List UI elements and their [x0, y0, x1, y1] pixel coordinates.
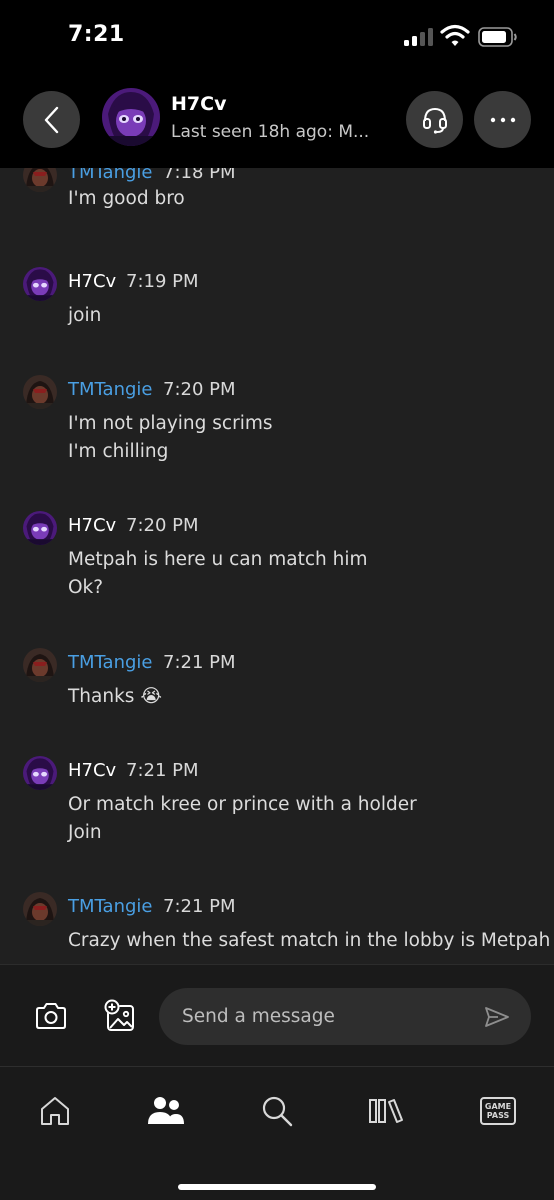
friend-avatar[interactable] — [23, 648, 57, 682]
add-image-icon[interactable] — [103, 999, 137, 1033]
message-text: join — [68, 305, 102, 326]
message-time: 7:21 PM — [163, 896, 236, 917]
library-icon — [369, 1099, 403, 1123]
party-chat-button[interactable] — [406, 91, 463, 148]
hooded-character-avatar-icon — [23, 168, 57, 192]
contact-avatar-small[interactable] — [23, 267, 57, 301]
message-time: 7:21 PM — [163, 652, 236, 673]
headset-icon — [422, 107, 447, 134]
nav-social[interactable] — [144, 1092, 188, 1130]
message-sender[interactable]: TMTangie — [68, 652, 152, 673]
purple-character-avatar-icon — [102, 88, 160, 146]
message-text: I'm good bro — [68, 188, 185, 209]
bottom-navigation: GAME PASS — [0, 1066, 554, 1200]
contact-name[interactable]: H7Cv — [171, 93, 226, 115]
purple-character-avatar-icon — [23, 756, 57, 790]
hooded-character-avatar-icon — [23, 375, 57, 409]
message-text: Or match kree or prince with a holder — [68, 794, 417, 815]
contact-avatar-small[interactable] — [23, 756, 57, 790]
purple-character-avatar-icon — [23, 267, 57, 301]
contact-status: Last seen 18h ago: M... — [171, 122, 370, 142]
send-icon[interactable] — [484, 1006, 510, 1028]
message-time: 7:20 PM — [163, 379, 236, 400]
home-icon — [41, 1097, 69, 1125]
message-input[interactable] — [159, 988, 531, 1045]
nav-library[interactable] — [365, 1092, 409, 1130]
friend-avatar[interactable] — [23, 375, 57, 409]
message-time: 7:19 PM — [126, 271, 199, 292]
game-pass-icon[interactable]: GAME PASS — [480, 1097, 516, 1125]
hooded-character-avatar-icon — [23, 648, 57, 682]
more-horizontal-icon — [490, 117, 515, 122]
message-sender[interactable]: H7Cv — [68, 760, 116, 781]
status-time: 7:21 — [68, 22, 125, 47]
message-time: 7:20 PM — [126, 515, 199, 536]
wifi-icon — [440, 24, 470, 46]
message-sender[interactable]: H7Cv — [68, 271, 116, 292]
contact-avatar-small[interactable] — [23, 511, 57, 545]
camera-icon[interactable] — [34, 1001, 68, 1031]
message-composer — [0, 964, 554, 1066]
message-text: Join — [68, 822, 102, 843]
message-text: I'm not playing scrims — [68, 413, 273, 434]
message-text: Crazy when the safest match in the lobby… — [68, 930, 551, 951]
message-text: I'm chilling — [68, 441, 169, 462]
back-button[interactable] — [23, 91, 80, 148]
nav-search[interactable] — [255, 1092, 299, 1130]
message-text: Ok? — [68, 577, 104, 598]
people-icon — [148, 1097, 184, 1124]
search-icon — [262, 1096, 293, 1127]
more-options-button[interactable] — [474, 91, 531, 148]
message-sender[interactable]: H7Cv — [68, 515, 116, 536]
top-bar: 7:21 H7Cv Last seen 18h ago: M... — [0, 0, 554, 168]
message-text: Metpah is here u can match him — [68, 549, 368, 570]
game-pass-label-line2: PASS — [486, 1111, 510, 1120]
message-text: Thanks 😭 — [68, 686, 162, 707]
purple-character-avatar-icon — [23, 511, 57, 545]
battery-icon — [478, 27, 517, 47]
friend-avatar[interactable] — [23, 168, 57, 192]
cellular-signal-icon — [404, 28, 434, 46]
message-sender[interactable]: TMTangie — [68, 896, 152, 917]
message-time: 7:21 PM — [126, 760, 199, 781]
message-sender[interactable]: TMTangie — [68, 168, 152, 183]
friend-avatar[interactable] — [23, 892, 57, 926]
home-indicator[interactable] — [178, 1184, 376, 1190]
game-pass-label-line1: GAME — [484, 1102, 512, 1111]
contact-avatar[interactable] — [102, 88, 160, 146]
chevron-left-icon — [44, 106, 58, 133]
message-time: 7:18 PM — [163, 168, 236, 183]
nav-home[interactable] — [33, 1092, 77, 1130]
hooded-character-avatar-icon — [23, 892, 57, 926]
message-list[interactable]: TMTangie 7:18 PM I'm good bro H7Cv 7:19 … — [0, 168, 554, 964]
message-sender[interactable]: TMTangie — [68, 379, 152, 400]
